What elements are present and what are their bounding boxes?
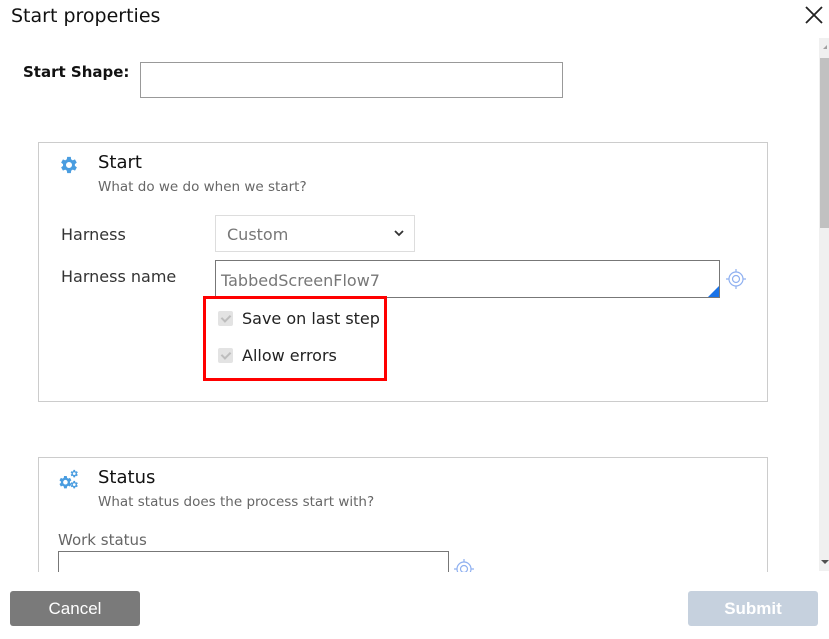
highlight-box — [203, 296, 387, 381]
dialog-title: Start properties — [11, 5, 161, 27]
start-shape-label: Start Shape: — [23, 63, 130, 81]
start-section-title: Start — [98, 152, 142, 173]
status-section-title: Status — [98, 467, 156, 488]
start-section-subtitle: What do we do when we start? — [98, 179, 307, 195]
close-icon — [805, 6, 823, 24]
harness-name-label: Harness name — [61, 267, 177, 286]
harness-select[interactable]: Custom — [215, 215, 415, 252]
gear-icon — [61, 156, 77, 174]
status-section-subtitle: What status does the process start with? — [98, 494, 375, 510]
scroll-thumb[interactable] — [820, 58, 829, 228]
cancel-button[interactable]: Cancel — [10, 591, 140, 626]
scroll-down-arrow[interactable] — [819, 557, 829, 571]
harness-select-value: Custom — [227, 225, 289, 244]
scroll-up-arrow[interactable] — [819, 38, 829, 56]
gears-icon — [59, 469, 78, 489]
autocomplete-indicator — [708, 286, 719, 297]
harness-label: Harness — [61, 225, 126, 244]
start-panel: Start What do we do when we start? Harne… — [38, 142, 768, 402]
close-button[interactable] — [803, 4, 825, 26]
work-status-label: Work status — [58, 531, 147, 549]
submit-button[interactable]: Submit — [688, 591, 818, 626]
chevron-down-icon — [394, 230, 404, 237]
vertical-scrollbar[interactable] — [819, 38, 829, 571]
start-shape-input[interactable] — [140, 62, 563, 98]
harness-name-value: TabbedScreenFlow7 — [221, 271, 380, 290]
crosshair-icon[interactable] — [725, 268, 747, 290]
harness-name-input[interactable]: TabbedScreenFlow7 — [215, 260, 720, 298]
